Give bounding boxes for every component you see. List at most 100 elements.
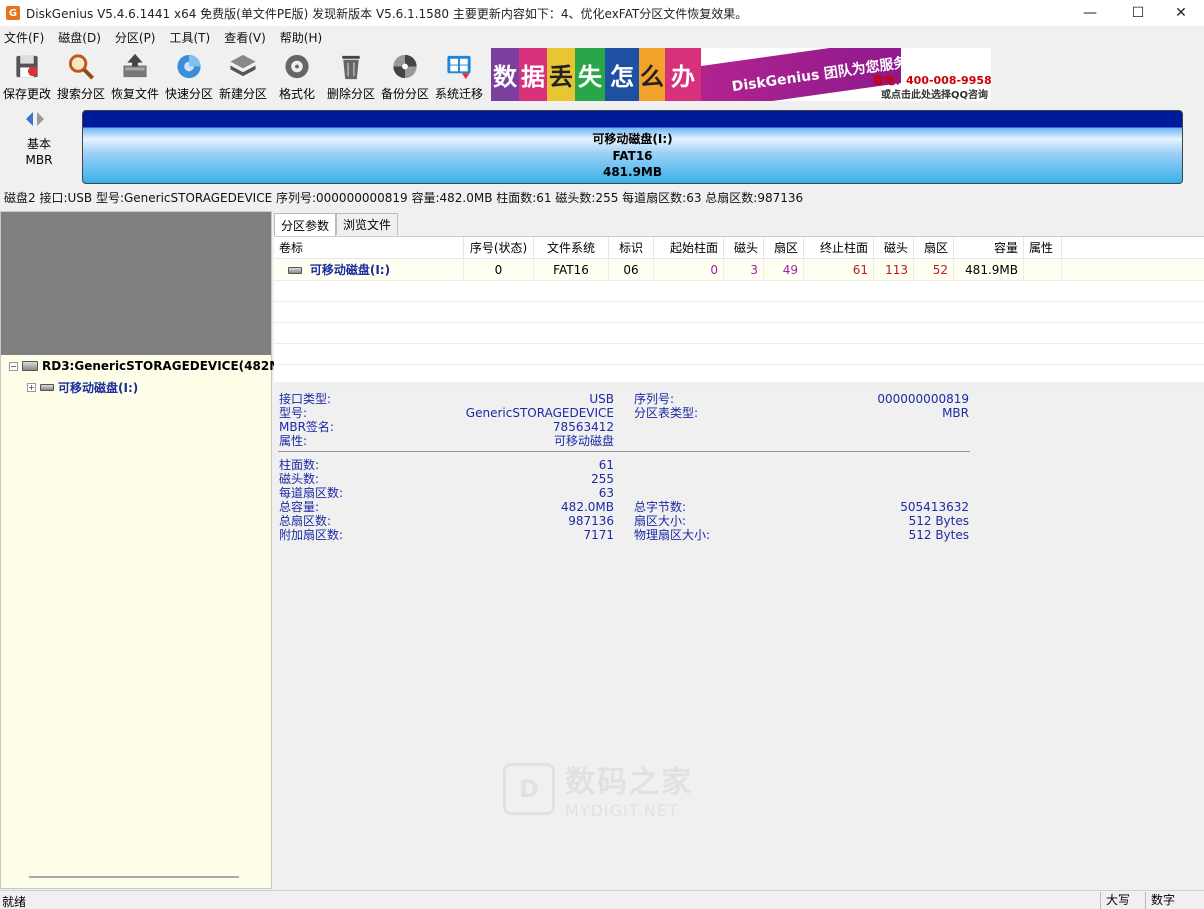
col-end-cylinder[interactable]: 终止柱面 (804, 237, 874, 259)
col-start-cylinder[interactable]: 起始柱面 (654, 237, 724, 259)
delete-partition-icon (342, 55, 360, 80)
menu-file[interactable]: 文件(F) (0, 29, 48, 46)
prop-value: 78563412 (552, 420, 614, 434)
disk-nav (26, 112, 44, 126)
partition-block[interactable]: 可移动磁盘(I:) FAT16 481.9MB (82, 110, 1183, 184)
tree-disk-node[interactable]: − RD3:GenericSTORAGEDEVICE(482MB (9, 359, 290, 373)
prop-value: 000000000819 (877, 392, 969, 406)
expand-icon[interactable]: + (27, 383, 36, 392)
prop-label: 扇区大小: (634, 514, 687, 528)
menu-view[interactable]: 查看(V) (220, 29, 270, 46)
toolbar: 保存更改 搜索分区 恢复文件 快速分区 新建分区 格式化 删除分区 备份分区 系… (0, 48, 1204, 102)
prop-value: USB (589, 392, 614, 406)
close-button[interactable]: ✕ (1158, 0, 1204, 26)
col-end-head[interactable]: 磁头 (874, 237, 914, 259)
recover-file-button[interactable]: 恢复文件 (108, 48, 162, 102)
menu-help[interactable]: 帮助(H) (276, 29, 326, 46)
prop-label: 属性: (279, 434, 308, 448)
system-migrate-icon (447, 55, 471, 80)
prop-label: 物理扇区大小: (634, 528, 711, 542)
tab-browse-files[interactable]: 浏览文件 (336, 213, 399, 235)
prop-label: 序列号: (634, 392, 675, 406)
prop-label: 总容量: (279, 500, 320, 514)
tree-partition-node[interactable]: + 可移动磁盘(I:) (27, 379, 138, 396)
col-volume-label[interactable]: 卷标 (274, 237, 464, 259)
prop-value: MBR (942, 406, 969, 420)
col-index[interactable]: 序号(状态) (464, 237, 534, 259)
collapse-icon[interactable]: − (9, 361, 18, 371)
maximize-button[interactable]: ☐ (1115, 0, 1161, 26)
next-disk-icon[interactable] (37, 112, 44, 126)
toolbar-label: 恢复文件 (110, 87, 159, 101)
support-banner[interactable]: 数 据 丢 失 怎 么 办 DiskGenius 团队为您服务 致电：400-0… (491, 48, 991, 101)
cell-start-cylinder: 0 (654, 260, 724, 280)
tab-partition-params[interactable]: 分区参数 (274, 213, 337, 236)
prop-value: 7171 (583, 528, 614, 542)
toolbar-label: 删除分区 (326, 87, 375, 101)
banner-char: 丢 (547, 48, 575, 101)
save-icon (16, 55, 38, 78)
col-start-head[interactable]: 磁头 (724, 237, 764, 259)
prop-value: 987136 (568, 514, 614, 528)
table-row-empty (274, 323, 1204, 344)
tree-horizontal-scrollbar[interactable] (29, 876, 239, 878)
disk-type-mbr: MBR (25, 153, 53, 167)
banner-char: 失 (575, 48, 605, 101)
menu-partition[interactable]: 分区(P) (111, 29, 160, 46)
backup-partition-button[interactable]: 备份分区 (378, 48, 432, 102)
search-partition-button[interactable]: 搜索分区 (54, 48, 108, 102)
removable-drive-icon (40, 384, 54, 391)
minimize-button[interactable]: — (1067, 0, 1113, 26)
table-row[interactable]: 可移动磁盘(I:) 0 FAT16 06 0 3 49 61 113 52 48… (274, 260, 1204, 281)
prop-value: 61 (598, 458, 614, 472)
prop-label: 总扇区数: (279, 514, 332, 528)
prop-value: GenericSTORAGEDEVICE (465, 406, 614, 420)
banner-char: 办 (665, 48, 701, 101)
prop-label: 每道扇区数: (279, 486, 344, 500)
quick-partition-button[interactable]: 快速分区 (162, 48, 216, 102)
status-text: 就绪 (2, 895, 27, 909)
new-partition-button[interactable]: 新建分区 (216, 48, 270, 102)
save-changes-button[interactable]: 保存更改 (0, 48, 54, 102)
banner-qq-link[interactable]: 或点击此处选择QQ咨询 (881, 86, 988, 101)
cell-volume-text: 可移动磁盘(I:) (309, 263, 391, 277)
toolbar-label: 搜索分区 (56, 87, 105, 101)
tree-disk-label: RD3:GenericSTORAGEDEVICE(482MB (42, 359, 291, 373)
disk-drive-icon (22, 361, 38, 371)
removable-drive-icon (288, 267, 302, 274)
col-end-sector[interactable]: 扇区 (914, 237, 954, 259)
col-attributes[interactable]: 属性 (1024, 237, 1062, 259)
col-filesystem[interactable]: 文件系统 (534, 237, 609, 259)
col-size[interactable]: 容量 (954, 237, 1024, 259)
prop-value: 512 Bytes (908, 528, 969, 542)
new-partition-icon (230, 54, 256, 77)
menu-bar: 文件(F) 磁盘(D) 分区(P) 工具(T) 查看(V) 帮助(H) (0, 27, 1204, 47)
prop-label: 接口类型: (279, 392, 332, 406)
toolbar-label: 快速分区 (164, 87, 213, 101)
search-partition-icon (68, 54, 94, 80)
prop-label: 磁头数: (279, 472, 320, 486)
disk-type-basic: 基本 (26, 137, 51, 151)
prop-label: 型号: (279, 406, 308, 420)
cell-attributes (1024, 260, 1062, 280)
table-row-empty (274, 344, 1204, 365)
col-id[interactable]: 标识 (609, 237, 654, 259)
delete-partition-button[interactable]: 删除分区 (324, 48, 378, 102)
disk-type: 基本 MBR (14, 136, 64, 168)
format-button[interactable]: 格式化 (270, 48, 324, 102)
tree-header-area (1, 212, 271, 355)
menu-tools[interactable]: 工具(T) (166, 29, 215, 46)
col-start-sector[interactable]: 扇区 (764, 237, 804, 259)
prop-value: 可移动磁盘 (553, 434, 614, 448)
system-migrate-button[interactable]: 系统迁移 (432, 48, 486, 102)
partition-block-fs: FAT16 (612, 148, 653, 163)
prev-disk-icon[interactable] (26, 112, 33, 126)
menu-disk[interactable]: 磁盘(D) (54, 29, 105, 46)
window-title: DiskGenius V5.4.6.1441 x64 免费版(单文件PE版) 发… (26, 6, 748, 21)
status-bar: 就绪 大写 数字 (0, 890, 1204, 909)
watermark-en: MYDIGIT.NET (565, 801, 679, 820)
watermark-cn: 数码之家 (565, 765, 693, 800)
details-panel: 分区参数 浏览文件 卷标 序号(状态) 文件系统 标识 起始柱面 磁头 扇区 终… (274, 211, 1204, 889)
toolbar-label: 格式化 (278, 87, 315, 101)
banner-char: 据 (519, 48, 547, 101)
